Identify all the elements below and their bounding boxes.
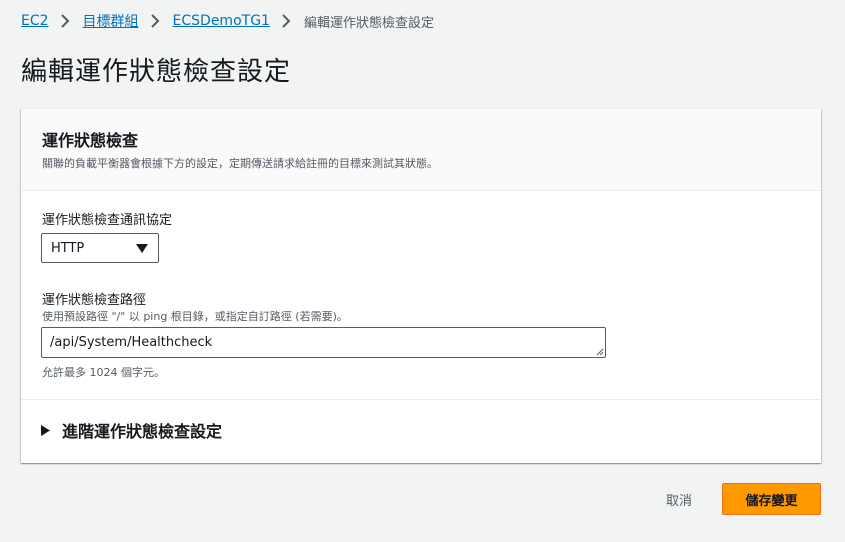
page-title: 編輯運作狀態檢查設定 xyxy=(21,57,292,87)
save-changes-button[interactable]: 儲存變更 xyxy=(722,483,821,515)
breadcrumb-target-group-link[interactable]: ECSDemoTG1 xyxy=(173,13,270,29)
panel-header: 運作狀態檢查 關聯的負載平衡器會根據下方的設定，定期傳送請求給註冊的目標來測試其… xyxy=(21,109,821,191)
chevron-right-icon xyxy=(60,14,69,28)
advanced-settings-expander[interactable]: 進階運作狀態檢查設定 xyxy=(41,418,222,442)
path-constraint: 允許最多 1024 個字元。 xyxy=(42,366,165,379)
resize-handle-icon[interactable] xyxy=(595,347,604,356)
cancel-button[interactable]: 取消 xyxy=(650,484,708,514)
breadcrumb-ec2-link[interactable]: EC2 xyxy=(21,13,49,29)
breadcrumb-current: 編輯運作狀態檢查設定 xyxy=(303,15,434,31)
panel-title: 運作狀態檢查 xyxy=(42,131,139,150)
chevron-right-icon xyxy=(282,14,291,28)
divider xyxy=(21,399,821,400)
caret-down-icon xyxy=(136,244,148,253)
path-label: 運作狀態檢查路徑 xyxy=(42,293,147,308)
breadcrumb: EC2 目標群組 ECSDemoTG1 編輯運作狀態檢查設定 xyxy=(21,11,434,31)
chevron-right-icon xyxy=(150,14,159,28)
protocol-select[interactable]: HTTP xyxy=(41,233,159,263)
protocol-label: 運作狀態檢查通訊協定 xyxy=(42,213,173,228)
breadcrumb-target-groups-link[interactable]: 目標群組 xyxy=(83,11,139,31)
protocol-select-value: HTTP xyxy=(51,241,85,256)
path-description: 使用預設路徑 "/" 以 ping 根目錄，或指定自訂路徑 (若需要)。 xyxy=(42,310,348,323)
health-check-panel: 運作狀態檢查 關聯的負載平衡器會根據下方的設定，定期傳送請求給註冊的目標來測試其… xyxy=(21,108,821,463)
advanced-settings-label: 進階運作狀態檢查設定 xyxy=(62,422,223,441)
caret-right-icon xyxy=(41,424,50,436)
panel-description: 關聯的負載平衡器會根據下方的設定，定期傳送請求給註冊的目標來測試其狀態。 xyxy=(42,157,438,170)
health-check-path-input[interactable] xyxy=(41,327,606,358)
